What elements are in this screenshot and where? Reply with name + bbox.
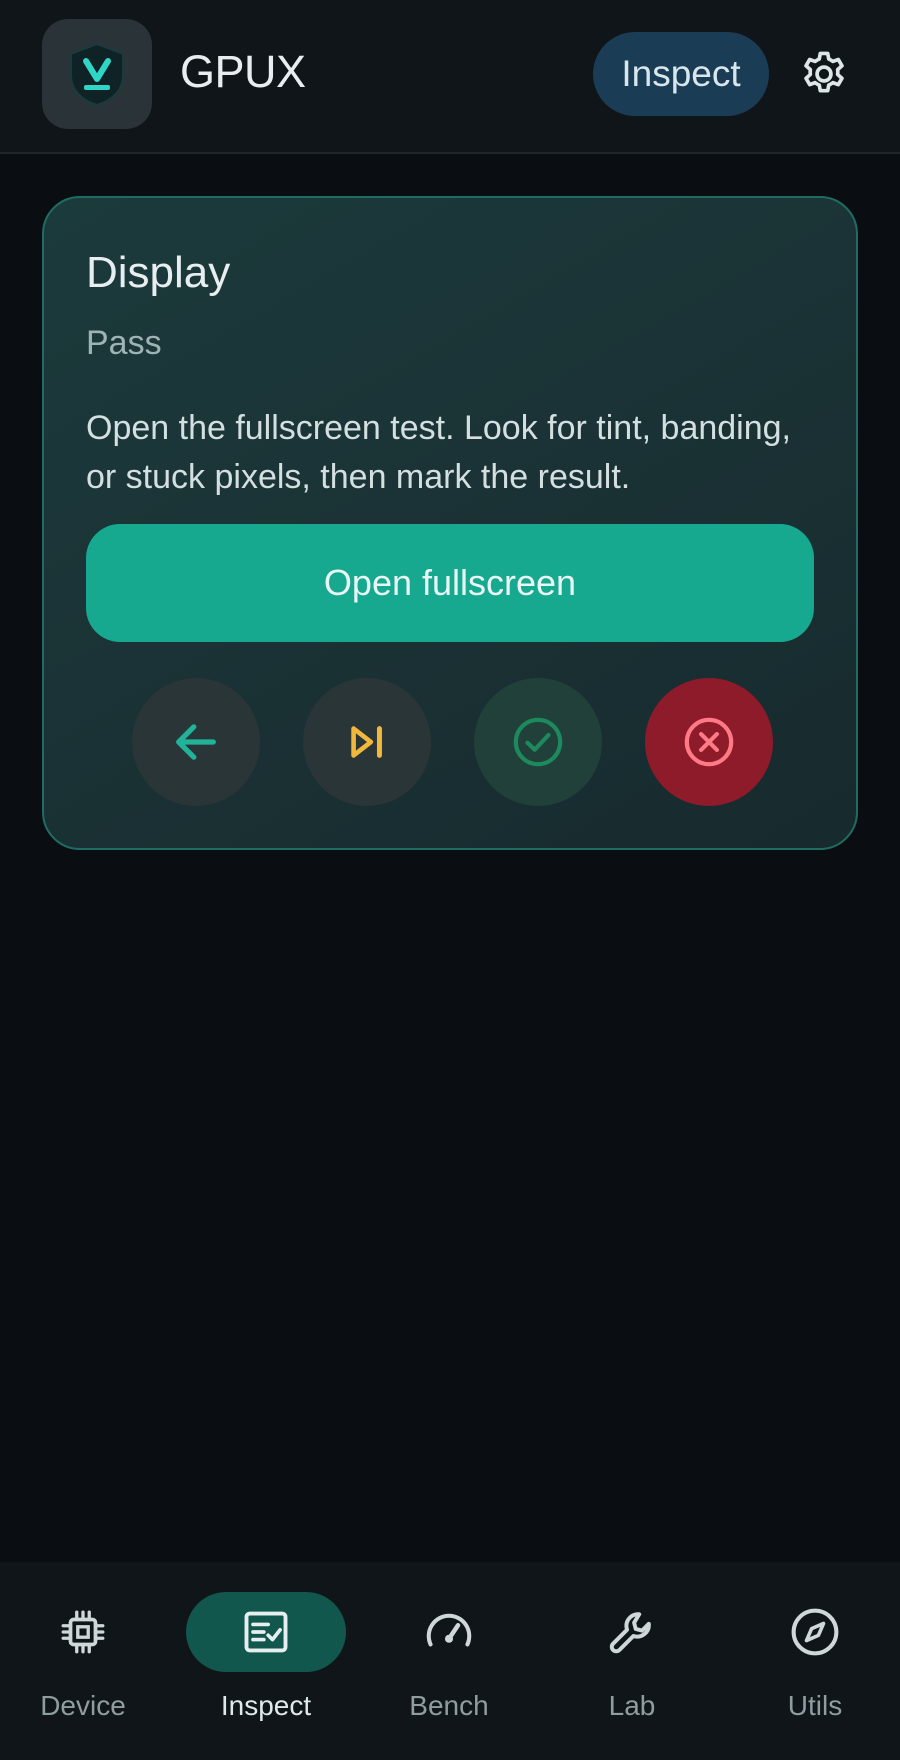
open-fullscreen-button[interactable]: Open fullscreen	[86, 524, 814, 642]
nav-item-inspect[interactable]: Inspect	[186, 1592, 346, 1742]
back-button[interactable]	[132, 678, 260, 806]
nav-item-lab[interactable]: Lab	[552, 1592, 712, 1742]
arrow-left-icon	[176, 724, 216, 760]
nav-item-bench[interactable]: Bench	[369, 1592, 529, 1742]
chip-icon	[61, 1610, 105, 1654]
skip-next-icon	[351, 726, 382, 758]
checklist-icon	[244, 1611, 288, 1653]
mark-fail-button[interactable]	[645, 678, 773, 806]
inspect-mode-button[interactable]: Inspect	[593, 32, 769, 116]
nav-label: Lab	[608, 1690, 656, 1721]
app-title: GPUX	[180, 46, 306, 97]
wrench-icon	[609, 1612, 651, 1654]
nav-label: Bench	[409, 1690, 489, 1721]
nav-label: Inspect	[220, 1690, 312, 1721]
app-logo	[42, 19, 152, 129]
settings-button[interactable]	[795, 45, 853, 103]
close-circle-icon	[684, 717, 734, 767]
compass-icon	[791, 1608, 839, 1656]
bottom-navigation: Device Inspect Bench Lab Utils	[0, 1562, 900, 1760]
card-description: Open the fullscreen test. Look for tint,…	[86, 409, 791, 496]
mark-pass-button[interactable]	[474, 678, 602, 806]
speedometer-icon	[426, 1613, 472, 1647]
nav-item-device[interactable]: Device	[3, 1592, 163, 1742]
nav-item-utils[interactable]: Utils	[735, 1592, 895, 1742]
test-status: Pass	[86, 324, 162, 362]
skip-button[interactable]	[303, 678, 431, 806]
card-title: Display	[86, 248, 231, 297]
check-circle-icon	[513, 717, 563, 767]
gear-icon	[804, 51, 844, 93]
display-test-card: Display Pass Open the fullscreen test. L…	[42, 196, 858, 850]
nav-label: Utils	[787, 1690, 843, 1721]
nav-label: Device	[40, 1690, 126, 1721]
app-header: GPUX Inspect	[0, 0, 900, 154]
shield-download-icon	[70, 42, 124, 107]
